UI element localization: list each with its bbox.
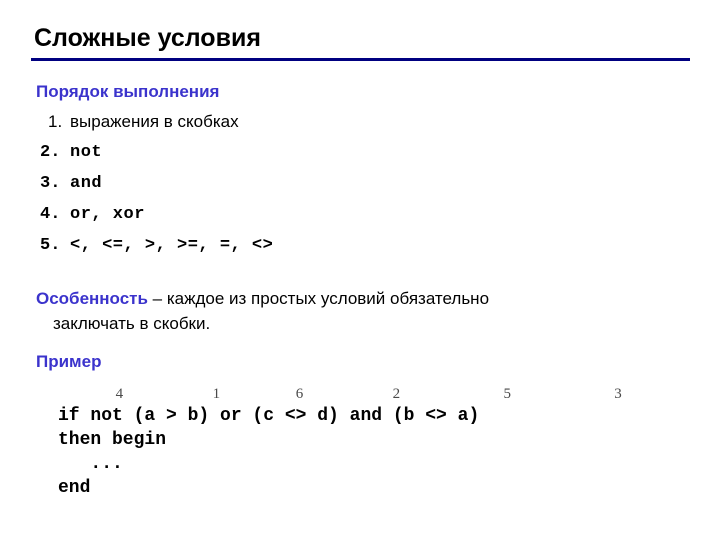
- precedence-number: 1: [212, 386, 221, 402]
- precedence-number: 6: [295, 386, 304, 402]
- title-divider: [31, 58, 690, 61]
- page-title: Сложные условия: [34, 24, 261, 52]
- precedence-list: 1. выражения в скобках 2. not 3. and 4. …: [36, 112, 656, 267]
- code-line: end: [58, 478, 91, 498]
- precedence-number: 2: [392, 386, 401, 402]
- list-item: 3. and: [36, 174, 656, 205]
- list-item-label: выражения в скобках: [70, 112, 239, 131]
- precedence-number: 5: [503, 386, 511, 402]
- list-item: 4. or, xor: [36, 205, 656, 236]
- list-item-label: and: [70, 174, 103, 193]
- list-item-number: 2.: [40, 143, 61, 162]
- list-item-label: or, xor: [70, 205, 145, 224]
- code-line: then begin: [58, 430, 167, 450]
- list-item-label: <, <=, >, >=, =, <>: [70, 236, 274, 255]
- note-lead: Особенность: [36, 289, 148, 308]
- list-item-label: not: [70, 143, 103, 162]
- section-heading-example: Пример: [36, 352, 102, 371]
- list-item-number: 4.: [40, 205, 61, 224]
- list-item-number: 5.: [40, 236, 61, 255]
- code-line: if not (a > b) or (c <> d) and (b <> a): [58, 406, 480, 426]
- precedence-number: 3: [614, 386, 622, 402]
- note-rest: – каждое из простых условий обязательно: [147, 289, 490, 308]
- list-item: 5. <, <=, >, >=, =, <>: [36, 236, 656, 267]
- list-item: 2. not: [36, 143, 656, 174]
- list-item-number: 1.: [48, 112, 63, 131]
- precedence-number-row: 4 1 6 2 5 3: [58, 382, 622, 404]
- code-block: 4 1 6 2 5 3 if not (a > b) or (c <> d) and (b…: [58, 382, 622, 500]
- section-heading-order: Порядок выполнения: [36, 82, 220, 101]
- note-continuation: заключать в скобки.: [53, 314, 211, 333]
- list-item: 1. выражения в скобках: [36, 112, 656, 143]
- note-paragraph: Особенность – каждое из простых условий …: [36, 286, 686, 336]
- code-line: ...: [58, 454, 123, 474]
- slide: Сложные условия Порядок выполнения 1. вы…: [0, 0, 720, 540]
- list-item-number: 3.: [40, 174, 61, 193]
- precedence-number: 4: [115, 386, 124, 402]
